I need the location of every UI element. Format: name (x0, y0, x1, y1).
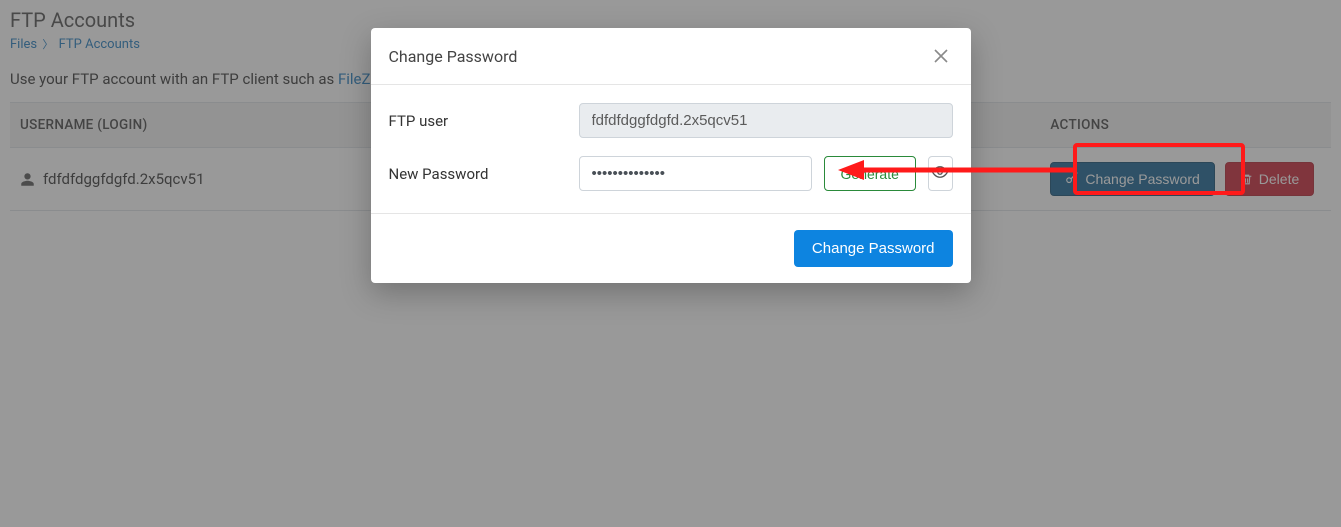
modal-header: Change Password (371, 28, 971, 85)
ftp-user-field (579, 103, 953, 138)
modal-title: Change Password (389, 47, 518, 66)
new-password-field[interactable] (579, 156, 812, 191)
generate-button[interactable]: Generate (824, 156, 916, 191)
submit-change-password-button[interactable]: Change Password (794, 230, 953, 267)
modal-body: FTP user New Password Generate (371, 85, 971, 213)
modal-footer: Change Password (371, 213, 971, 283)
new-password-label: New Password (389, 165, 579, 183)
eye-icon (931, 163, 949, 184)
toggle-visibility-button[interactable] (928, 156, 953, 191)
ftp-user-label: FTP user (389, 112, 579, 130)
close-icon[interactable] (929, 44, 953, 68)
change-password-modal: Change Password FTP user New Password Ge… (371, 28, 971, 283)
